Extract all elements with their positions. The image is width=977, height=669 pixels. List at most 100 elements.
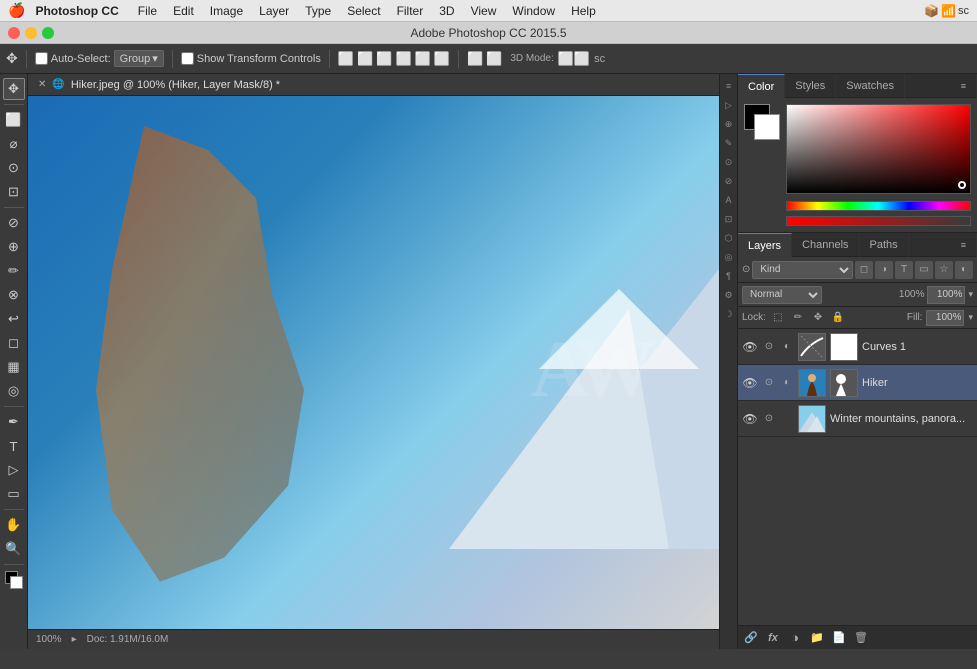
align-left-icon[interactable]: ⬜ bbox=[338, 51, 354, 67]
r-icon-12[interactable]: ⚙ bbox=[721, 287, 737, 303]
filter-toggle-btn[interactable]: ◐ bbox=[955, 261, 973, 279]
foreground-color-swatch[interactable] bbox=[3, 569, 25, 591]
eraser-tool[interactable]: ◻ bbox=[3, 332, 25, 354]
layer-visibility-mountains[interactable]: 👁 bbox=[742, 412, 758, 426]
canvas-arrow-btn[interactable]: ▸ bbox=[72, 634, 77, 645]
tab-channels[interactable]: Channels bbox=[792, 233, 859, 257]
canvas-content[interactable]: AW bbox=[28, 96, 719, 629]
zoom-tool[interactable]: 🔍 bbox=[3, 538, 25, 560]
lock-move-btn[interactable]: ✥ bbox=[810, 310, 826, 326]
canvas-tab-title[interactable]: Hiker.jpeg @ 100% (Hiker, Layer Mask/8) … bbox=[71, 79, 280, 91]
type-tool[interactable]: T bbox=[3, 435, 25, 457]
menu-view[interactable]: View bbox=[464, 0, 504, 22]
r-icon-13[interactable]: ☽ bbox=[721, 306, 737, 322]
r-icon-6[interactable]: ⊘ bbox=[721, 173, 737, 189]
color-alpha-bar[interactable] bbox=[786, 216, 971, 226]
layer-row-hiker[interactable]: 👁 ⊙ ◐ bbox=[738, 365, 977, 401]
eyedropper-tool[interactable]: ⊘ bbox=[3, 212, 25, 234]
tab-layers[interactable]: Layers bbox=[738, 233, 792, 257]
minimize-button[interactable] bbox=[25, 27, 37, 39]
filter-shape-btn[interactable]: ▭ bbox=[915, 261, 933, 279]
add-adjustment-btn[interactable]: ◑ bbox=[786, 629, 804, 647]
menu-layer[interactable]: Layer bbox=[252, 0, 296, 22]
layer-visibility-hiker[interactable]: 👁 bbox=[742, 376, 758, 390]
spot-heal-tool[interactable]: ⊕ bbox=[3, 236, 25, 258]
maximize-button[interactable] bbox=[42, 27, 54, 39]
align-right-icon[interactable]: ⬜ bbox=[376, 51, 392, 67]
filter-smart-btn[interactable]: ☆ bbox=[935, 261, 953, 279]
auto-select-group-dropdown[interactable]: Group ▾ bbox=[114, 50, 164, 67]
pen-tool[interactable]: ✒ bbox=[3, 411, 25, 433]
distribute-h-icon[interactable]: ⬜ bbox=[467, 51, 483, 67]
history-brush-tool[interactable]: ↩ bbox=[3, 308, 25, 330]
menu-window[interactable]: Window bbox=[505, 0, 562, 22]
align-center-v-icon[interactable]: ⬜ bbox=[415, 51, 431, 67]
layer-row-mountains[interactable]: 👁 ⊙ Winter mountains, panora... bbox=[738, 401, 977, 437]
filter-kind-select[interactable]: Kind bbox=[752, 261, 853, 279]
menu-help[interactable]: Help bbox=[564, 0, 603, 22]
menu-type[interactable]: Type bbox=[298, 0, 338, 22]
quick-select-tool[interactable]: ⊙ bbox=[3, 157, 25, 179]
tab-swatches[interactable]: Swatches bbox=[836, 74, 905, 98]
clone-tool[interactable]: ⊗ bbox=[3, 284, 25, 306]
lock-all-btn[interactable]: 🔒 bbox=[830, 310, 846, 326]
filter-pixel-btn[interactable]: ◻ bbox=[855, 261, 873, 279]
opacity-input[interactable] bbox=[927, 286, 965, 304]
align-center-h-icon[interactable]: ⬜ bbox=[357, 51, 373, 67]
layer-row-curves1[interactable]: 👁 ⊙ ◐ Curves 1 bbox=[738, 329, 977, 365]
fill-input[interactable] bbox=[926, 310, 964, 326]
filter-adjust-btn[interactable]: ◑ bbox=[875, 261, 893, 279]
new-layer-btn[interactable]: 📄 bbox=[830, 629, 848, 647]
r-icon-5[interactable]: ⊙ bbox=[721, 154, 737, 170]
distribute-v-icon[interactable]: ⬜ bbox=[486, 51, 502, 67]
color-panel-menu[interactable]: ≡ bbox=[951, 74, 977, 98]
link-layers-btn[interactable]: 🔗 bbox=[742, 629, 760, 647]
lock-transparent-btn[interactable]: ⬚ bbox=[770, 310, 786, 326]
menu-filter[interactable]: Filter bbox=[390, 0, 431, 22]
lasso-tool[interactable]: ⌀ bbox=[3, 133, 25, 155]
delete-layer-btn[interactable]: 🗑 bbox=[852, 629, 870, 647]
r-icon-2[interactable]: ▷ bbox=[721, 97, 737, 113]
brush-tool[interactable]: ✏ bbox=[3, 260, 25, 282]
show-transform-controls-checkbox[interactable] bbox=[181, 52, 194, 65]
r-icon-7[interactable]: A bbox=[721, 192, 737, 208]
move-tool[interactable]: ✥ bbox=[3, 78, 25, 100]
r-icon-11[interactable]: ¶ bbox=[721, 268, 737, 284]
layer-visibility-curves1[interactable]: 👁 bbox=[742, 340, 758, 354]
path-select-tool[interactable]: ▷ bbox=[3, 459, 25, 481]
filter-type-btn[interactable]: T bbox=[895, 261, 913, 279]
auto-select-checkbox[interactable] bbox=[35, 52, 48, 65]
menu-select[interactable]: Select bbox=[340, 0, 387, 22]
fill-dropdown-icon[interactable]: ▾ bbox=[968, 312, 973, 323]
color-spectrum[interactable] bbox=[786, 104, 971, 194]
menu-file[interactable]: File bbox=[131, 0, 164, 22]
r-icon-3[interactable]: ⊕ bbox=[721, 116, 737, 132]
r-icon-8[interactable]: ⊡ bbox=[721, 211, 737, 227]
dodge-tool[interactable]: ◎ bbox=[3, 380, 25, 402]
r-icon-9[interactable]: ⬡ bbox=[721, 230, 737, 246]
blend-mode-select[interactable]: Normal bbox=[742, 286, 822, 304]
close-button[interactable] bbox=[8, 27, 20, 39]
tab-styles[interactable]: Styles bbox=[785, 74, 836, 98]
menu-3d[interactable]: 3D bbox=[432, 0, 461, 22]
tab-color[interactable]: Color bbox=[738, 74, 785, 98]
menu-image[interactable]: Image bbox=[203, 0, 250, 22]
shape-tool[interactable]: ▭ bbox=[3, 483, 25, 505]
layers-panel-menu[interactable]: ≡ bbox=[951, 233, 977, 257]
r-icon-1[interactable]: ≡ bbox=[721, 78, 737, 94]
align-top-icon[interactable]: ⬜ bbox=[395, 51, 411, 67]
tab-paths[interactable]: Paths bbox=[860, 233, 909, 257]
opacity-dropdown-icon[interactable]: ▾ bbox=[968, 289, 973, 300]
color-hue-bar[interactable] bbox=[786, 201, 971, 211]
hand-tool[interactable]: ✋ bbox=[3, 514, 25, 536]
background-color[interactable] bbox=[754, 114, 780, 140]
r-icon-4[interactable]: ✎ bbox=[721, 135, 737, 151]
align-bottom-icon[interactable]: ⬜ bbox=[434, 51, 450, 67]
new-group-btn[interactable]: 📁 bbox=[808, 629, 826, 647]
r-icon-10[interactable]: ◎ bbox=[721, 249, 737, 265]
gradient-tool[interactable]: ▦ bbox=[3, 356, 25, 378]
spectrum-cursor[interactable] bbox=[958, 181, 966, 189]
lock-paint-btn[interactable]: ✏ bbox=[790, 310, 806, 326]
layer-fx-btn[interactable]: fx bbox=[764, 629, 782, 647]
apple-menu[interactable]: 🍎 bbox=[8, 2, 25, 19]
